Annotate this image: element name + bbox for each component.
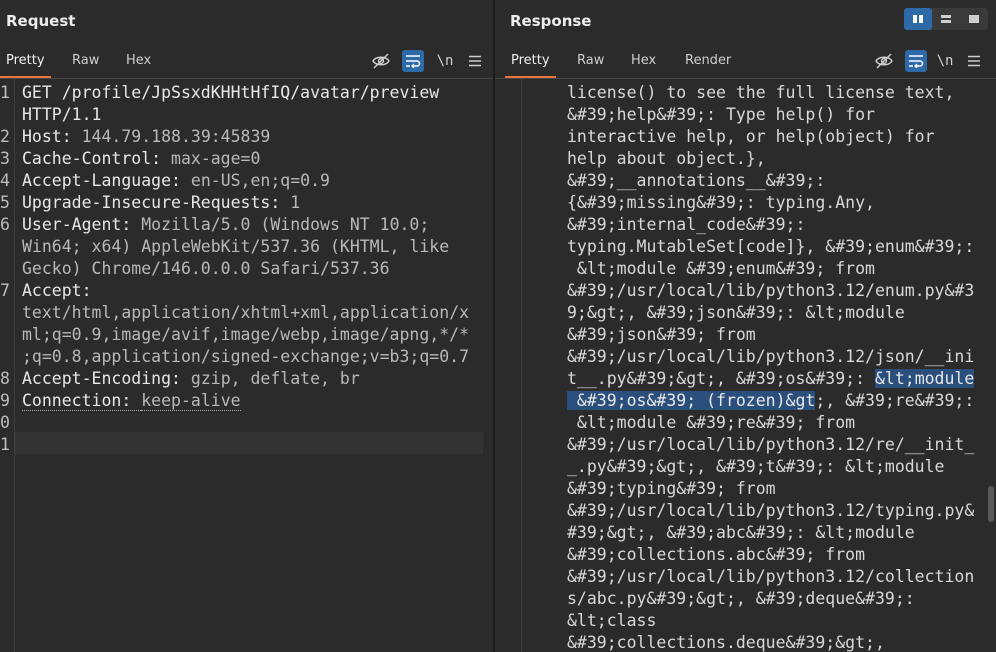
line-number: 9 xyxy=(0,391,10,410)
response-code-line: {&#39;missing&#39;: typing.Any, xyxy=(567,193,875,212)
response-code-line: t__.py&#39;&gt;, &#39;os&#39;: &lt;modul… xyxy=(567,369,975,388)
request-code-line: ml;q=0.9,image/avif,image/webp,image/apn… xyxy=(22,325,470,344)
response-code-line: &#39;help&#39;: Type help() for xyxy=(567,105,875,124)
request-code-line: Accept-Language: en-US,en;q=0.9 xyxy=(22,171,330,190)
line-number: 7 xyxy=(0,281,10,300)
response-code-line: &#39;/usr/local/lib/python3.12/enum.py&#… xyxy=(567,281,975,300)
layout-single-button[interactable] xyxy=(960,8,988,30)
request-title: Request xyxy=(6,12,76,30)
line-number: 4 xyxy=(0,171,10,190)
tab-pretty[interactable]: Pretty xyxy=(0,44,51,78)
line-number: 1 xyxy=(0,83,10,102)
tab-raw[interactable]: Raw xyxy=(571,44,610,78)
request-code-line: Cache-Control: max-age=0 xyxy=(22,149,261,168)
response-code-line: &#39;os&#39; (frozen)&gt;, &#39;re&#39;: xyxy=(567,391,975,410)
request-code-line: Accept: xyxy=(22,281,102,300)
line-number: 0 xyxy=(0,413,10,432)
request-code-line: text/html,application/xhtml+xml,applicat… xyxy=(22,303,470,322)
response-code-line: &lt;class xyxy=(567,611,657,630)
layout-stacked-button[interactable] xyxy=(932,8,960,30)
response-code-line: &#39;collections.abc&#39; from xyxy=(567,545,866,564)
line-number: 3 xyxy=(0,149,10,168)
response-code-line: &#39;json&#39; from xyxy=(567,325,756,344)
menu-icon[interactable] xyxy=(464,50,486,72)
response-code-line: license() to see the full license text, xyxy=(567,83,955,102)
layout-side-by-side-button[interactable] xyxy=(904,8,932,30)
response-code-line: s/abc.py&#39;&gt;, &#39;deque&#39;: xyxy=(567,589,915,608)
wrap-icon[interactable] xyxy=(402,50,424,72)
tab-hex[interactable]: Hex xyxy=(120,44,157,78)
response-code-line: &#39;/usr/local/lib/python3.12/json/__in… xyxy=(567,347,975,366)
request-code-line: Connection: keep-alive xyxy=(22,391,241,411)
response-code-line: &lt;module &#39;re&#39; from xyxy=(567,413,856,432)
response-code-line: #39;&gt;, &#39;abc&#39;: &lt;module xyxy=(567,523,915,542)
layout-toggle xyxy=(904,8,988,30)
eye-slash-icon[interactable] xyxy=(370,50,392,72)
request-code-line: Host: 144.79.188.39:45839 xyxy=(22,127,271,146)
line-number: 6 xyxy=(0,215,10,234)
response-code-line: _.py&#39;&gt;, &#39;t&#39;: &lt;module xyxy=(567,457,945,476)
tab-raw[interactable]: Raw xyxy=(66,44,105,78)
response-code-line: &#39;internal_code&#39;: xyxy=(567,215,806,234)
line-number: 1 xyxy=(0,435,10,454)
newline-icon[interactable]: \n xyxy=(934,50,956,72)
response-code-line: interactive help, or help(object) for xyxy=(567,127,935,146)
response-scrollbar[interactable] xyxy=(988,486,994,522)
request-code-line: User-Agent: Mozilla/5.0 (Windows NT 10.0… xyxy=(22,215,430,234)
response-code-line: help about object.}, xyxy=(567,149,766,168)
response-code-line: &lt;module &#39;enum&#39; from xyxy=(567,259,875,278)
response-title: Response xyxy=(510,12,592,30)
response-code-line: typing.MutableSet[code]}, &#39;enum&#39;… xyxy=(567,237,975,256)
tab-pretty[interactable]: Pretty xyxy=(505,44,556,78)
response-code-line: &#39;/usr/local/lib/python3.12/re/__init… xyxy=(567,435,975,454)
request-code-line: Gecko) Chrome/146.0.0.0 Safari/537.36 xyxy=(22,259,390,278)
newline-icon[interactable]: \n xyxy=(434,50,456,72)
tab-render[interactable]: Render xyxy=(679,44,737,78)
request-code-line: Upgrade-Insecure-Requests: 1 xyxy=(22,193,301,212)
request-scrollbar[interactable] xyxy=(483,79,493,652)
line-number: 2 xyxy=(0,127,10,146)
response-pane: Response Pretty Raw Hex Render \n licens… xyxy=(495,0,996,652)
response-code-line: &#39;__annotations__&#39;: xyxy=(567,171,826,190)
response-code-line: 9;&gt;, &#39;json&#39;: &lt;module xyxy=(567,303,905,322)
current-line-highlight xyxy=(15,432,485,454)
request-code-line: GET /profile/JpSsxdKHHtHfIQ/avatar/previ… xyxy=(22,83,440,102)
request-code-line: Win64; x64) AppleWebKit/537.36 (KHTML, l… xyxy=(22,237,450,256)
response-code-line: &#39;typing&#39; from xyxy=(567,479,776,498)
tab-hex[interactable]: Hex xyxy=(625,44,662,78)
response-code-line: &#39;collections.deque&#39;&gt;, xyxy=(567,633,885,652)
request-code-line: Accept-Encoding: gzip, deflate, br xyxy=(22,369,360,388)
wrap-icon[interactable] xyxy=(905,50,927,72)
request-code-line: ;q=0.8,application/signed-exchange;v=b3;… xyxy=(22,347,470,366)
request-pane: Request Pretty Raw Hex \n 1 GET /profile/… xyxy=(0,0,493,652)
response-code-line: &#39;/usr/local/lib/python3.12/collectio… xyxy=(567,567,975,586)
eye-slash-icon[interactable] xyxy=(873,50,895,72)
line-number: 5 xyxy=(0,193,10,212)
line-number: 8 xyxy=(0,369,10,388)
request-code-line: HTTP/1.1 xyxy=(22,105,102,124)
response-code-line: &#39;/usr/local/lib/python3.12/typing.py… xyxy=(567,501,975,520)
menu-icon[interactable] xyxy=(963,50,985,72)
